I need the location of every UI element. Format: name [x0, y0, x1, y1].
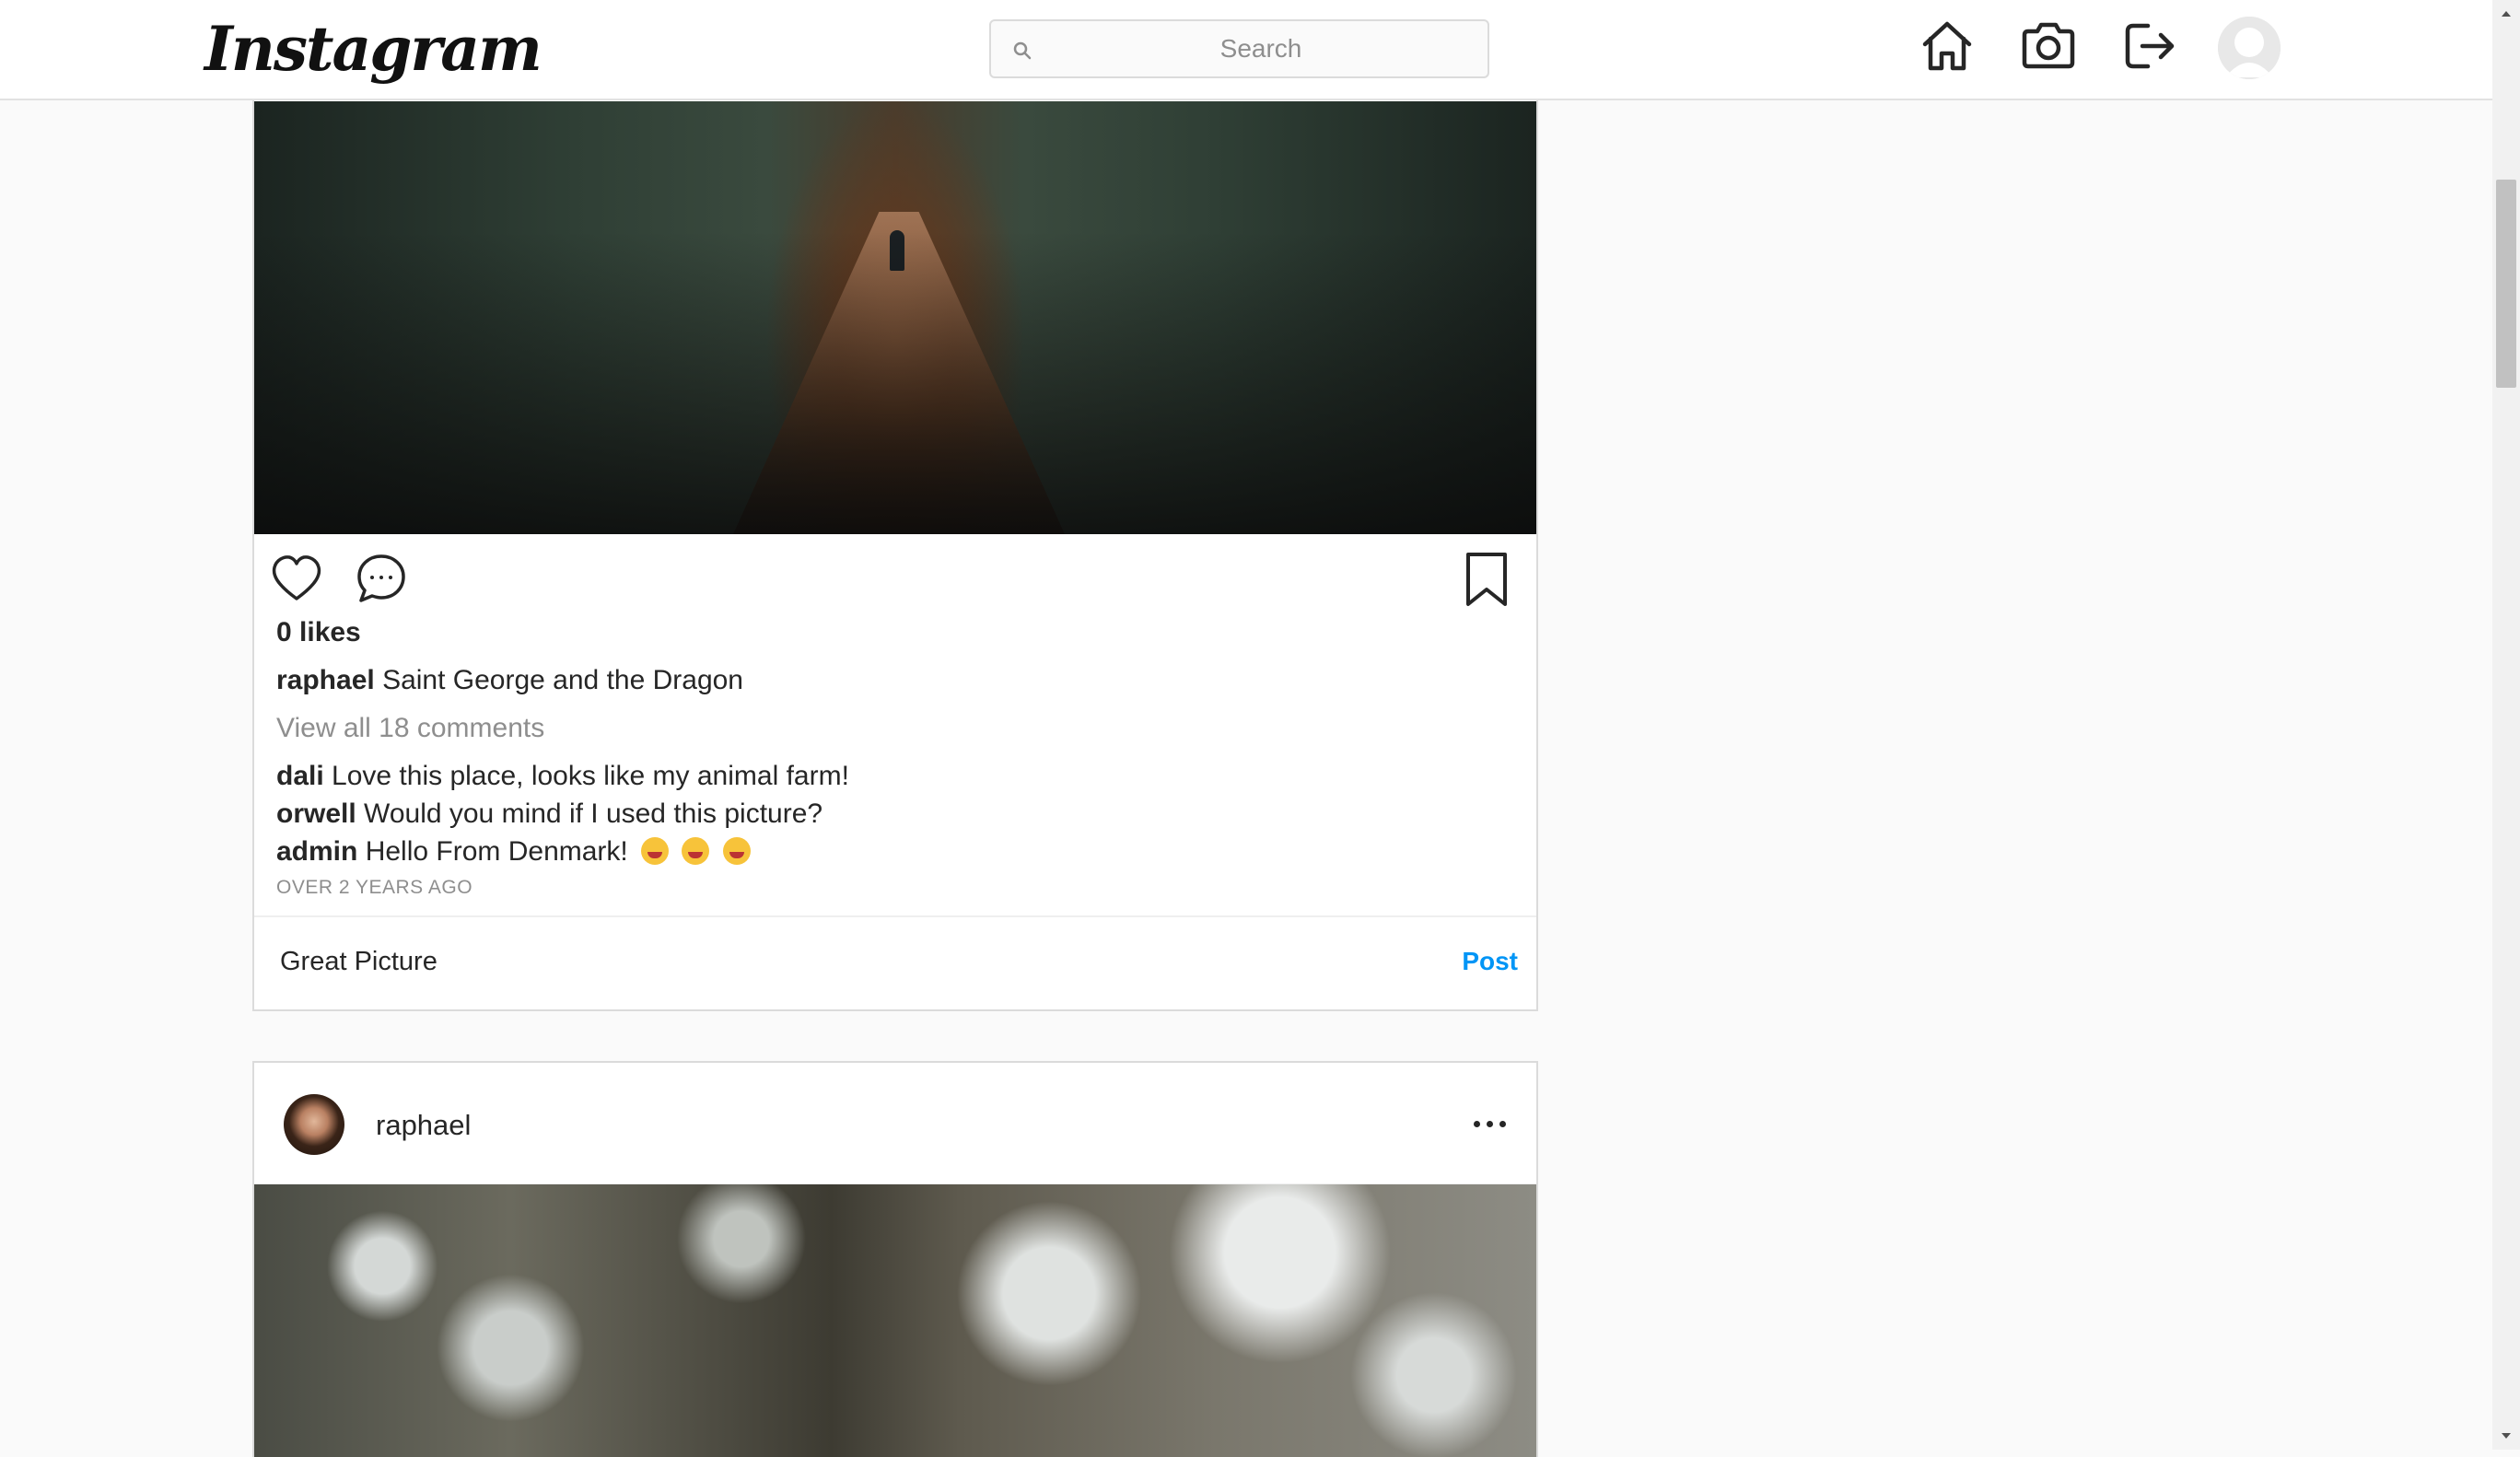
caption-text: Saint George and the Dragon	[382, 665, 743, 695]
post-username[interactable]: raphael	[376, 1109, 471, 1142]
top-navbar: Instagram	[0, 0, 2492, 100]
post-caption: raphael Saint George and the Dragon	[276, 665, 743, 696]
walking-person	[890, 230, 904, 271]
post-actions	[254, 543, 1536, 617]
grimacing-emoji-icon	[682, 837, 710, 865]
profile-avatar[interactable]	[2218, 17, 2281, 79]
scroll-up-arrow-icon[interactable]	[2492, 0, 2520, 28]
grinning-emoji-icon	[641, 837, 670, 865]
comment-username[interactable]: orwell	[276, 798, 356, 829]
instagram-logo[interactable]: Instagram	[204, 13, 542, 85]
post-comment-button[interactable]: Post	[1462, 947, 1518, 976]
caption-username[interactable]: raphael	[276, 665, 375, 695]
comment-text: Hello From Denmark!	[365, 836, 628, 867]
post-image[interactable]	[254, 1184, 1536, 1457]
comment-text: Would you mind if I used this picture?	[364, 798, 823, 829]
feed-post: raphael	[252, 1061, 1538, 1457]
more-options-icon[interactable]	[1472, 1105, 1509, 1142]
search-input[interactable]	[1046, 21, 1476, 76]
search-bar[interactable]	[989, 19, 1489, 78]
view-all-comments-link[interactable]: View all 18 comments	[276, 713, 544, 744]
scroll-down-arrow-icon[interactable]	[2492, 1422, 2520, 1450]
comment-item: admin Hello From Denmark!	[276, 836, 751, 868]
feed-post: 0 likes raphael Saint George and the Dra…	[252, 55, 1538, 1011]
post-header: raphael	[254, 1063, 1536, 1184]
user-silhouette-icon	[2218, 17, 2281, 79]
search-icon	[1013, 41, 1032, 60]
comment-input[interactable]	[280, 934, 1385, 989]
page-scrollbar[interactable]	[2492, 0, 2520, 1450]
forest-path	[733, 212, 1065, 534]
scrollbar-thumb[interactable]	[2496, 180, 2516, 388]
comment-text: Love this place, looks like my animal fa…	[332, 761, 849, 791]
comment-item: dali Love this place, looks like my anim…	[276, 761, 849, 792]
bookmark-icon[interactable]	[1457, 549, 1516, 608]
comment-item: orwell Would you mind if I used this pic…	[276, 798, 822, 830]
user-avatar[interactable]	[284, 1094, 344, 1155]
post-timestamp: OVER 2 YEARS AGO	[276, 877, 473, 898]
flushed-emoji-icon	[722, 837, 751, 865]
comment-bubble-icon[interactable]	[352, 549, 411, 608]
comment-username[interactable]: admin	[276, 836, 357, 867]
comment-username[interactable]: dali	[276, 761, 324, 791]
like-heart-icon[interactable]	[267, 549, 326, 608]
post-image[interactable]	[254, 101, 1536, 534]
add-comment-form: Post	[254, 915, 1536, 1009]
home-icon[interactable]	[1918, 17, 1977, 76]
like-count[interactable]: 0 likes	[276, 617, 361, 648]
logout-icon[interactable]	[2120, 17, 2179, 76]
camera-icon[interactable]	[2019, 17, 2078, 76]
